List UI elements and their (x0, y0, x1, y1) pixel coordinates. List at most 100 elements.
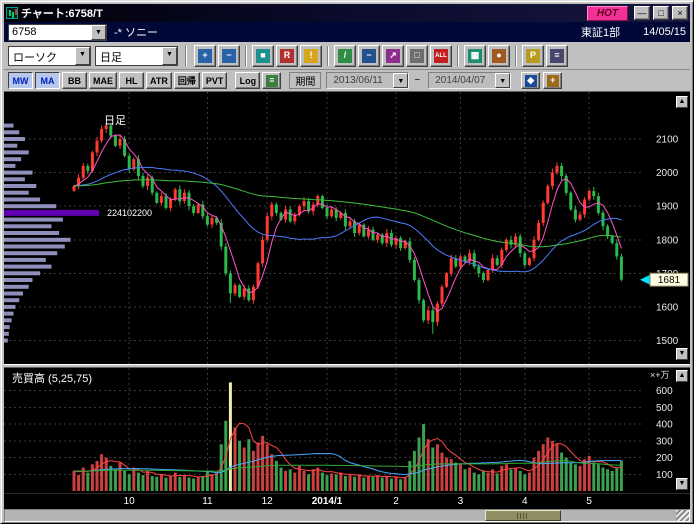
trendline-icon: / (338, 49, 352, 63)
svg-text:100: 100 (656, 470, 673, 481)
draw-icon: + (547, 75, 559, 87)
zoom-in-button[interactable]: + (194, 45, 216, 67)
chart-region: 2100200019001800170016001500224102200日足1… (4, 92, 690, 522)
symbol-dropdown-icon[interactable]: ▼ (91, 25, 106, 40)
volume-pane[interactable]: 600500400300200100売買高 (5,25,75)×+万 ▲ ▼ (4, 368, 690, 493)
x-axis-label: 11 (182, 496, 232, 507)
maximize-button[interactable]: □ (653, 6, 669, 20)
capture-icon: ■ (256, 49, 270, 63)
horizontal-line-button[interactable]: − (358, 45, 380, 67)
date-from-select[interactable]: 2013/06/11 ▼ (326, 72, 409, 89)
svg-text:1800: 1800 (656, 235, 679, 246)
minimize-button[interactable]: — (634, 6, 650, 20)
grid-button[interactable]: ▦ (464, 45, 486, 67)
window-title: チャート:6758/T (21, 5, 584, 21)
svg-text:224102200: 224102200 (107, 208, 152, 218)
toolbar-separator (185, 46, 187, 66)
date-from-dropdown-icon[interactable]: ▼ (393, 73, 408, 88)
x-axis-label: 12 (242, 496, 292, 507)
price-pane[interactable]: 2100200019001800170016001500224102200日足1… (4, 92, 690, 364)
chart-type-select[interactable]: ローソク ▼ (8, 46, 91, 66)
eraser-icon: □ (410, 49, 424, 63)
refresh-button[interactable]: R (276, 45, 298, 67)
clear-all-button[interactable]: ALL (430, 45, 452, 67)
date-to-select[interactable]: 2014/04/07 ▼ (428, 72, 511, 89)
date-to-dropdown-icon[interactable]: ▼ (495, 73, 510, 88)
close-button[interactable]: × (672, 6, 688, 20)
price-scale-down-button[interactable]: ▼ (676, 348, 688, 360)
trendline-button[interactable]: / (334, 45, 356, 67)
date-range-tilde: ~ (414, 75, 420, 86)
zoom-in-icon: + (198, 49, 212, 63)
x-axis-label: 5 (564, 496, 614, 507)
memo-button[interactable]: ≡ (262, 72, 281, 89)
indicator-right-icons: ◆+ (521, 72, 562, 89)
arrow-draw-icon: ↗ (386, 49, 400, 63)
price-chart-canvas[interactable]: 2100200019001800170016001500224102200日足1… (4, 92, 690, 364)
toolbar-separator (245, 46, 247, 66)
arrow-draw-button[interactable]: ↗ (382, 45, 404, 67)
toggle-mw[interactable]: MW (8, 72, 33, 89)
draw-button[interactable]: + (543, 72, 562, 89)
svg-text:2000: 2000 (656, 168, 679, 179)
palette-icon: ● (492, 49, 506, 63)
chart-type-value: ローソク (9, 47, 75, 65)
date-label: 14/05/15 (643, 26, 686, 38)
title-bar[interactable]: チャート:6758/T HOT — □ × (4, 4, 690, 22)
zoom-out-button[interactable]: − (218, 45, 240, 67)
memo-slot: ≡ (262, 72, 281, 89)
toggle-ma[interactable]: MA (35, 72, 60, 89)
volume-scale-up-button[interactable]: ▲ (676, 370, 688, 382)
symbol-bar: ▼ -* ソニー 東証1部 14/05/15 (4, 22, 690, 42)
price-scale-up-button[interactable]: ▲ (676, 96, 688, 108)
x-axis-label: 4 (500, 496, 550, 507)
market-label: 東証1部 (581, 24, 620, 40)
x-axis-label: 2 (371, 496, 421, 507)
period-label: 期間 (289, 72, 321, 89)
svg-text:1900: 1900 (656, 202, 679, 213)
apply-button[interactable]: ◆ (521, 72, 540, 89)
svg-text:200: 200 (656, 453, 673, 464)
alert-button[interactable]: ! (300, 45, 322, 67)
alert-icon: ! (304, 49, 318, 63)
toggle-bb[interactable]: BB (62, 72, 87, 89)
scrollbar-thumb[interactable] (485, 510, 561, 521)
toggle-atr[interactable]: ATR (146, 72, 172, 89)
svg-text:300: 300 (656, 436, 673, 447)
toggle-hl[interactable]: HL (119, 72, 144, 89)
volume-scale-down-button[interactable]: ▼ (676, 478, 688, 490)
x-axis-label: 3 (435, 496, 485, 507)
date-to-value: 2014/04/07 (429, 73, 495, 88)
clear-all-icon: ALL (434, 49, 448, 63)
horizontal-scrollbar[interactable] (4, 509, 690, 522)
x-axis-label: 10 (104, 496, 154, 507)
hot-button[interactable]: HOT (587, 6, 628, 21)
toggle-mae[interactable]: MAE (89, 72, 117, 89)
svg-text:1500: 1500 (656, 336, 679, 347)
main-toolbar: ローソク ▼ 日足 ▼ +−■R!/−↗□ALL▦●P≡ (4, 42, 690, 70)
eraser-button[interactable]: □ (406, 45, 428, 67)
log-scale-button[interactable]: Log (235, 72, 260, 89)
toggle-kaiki[interactable]: 回帰 (174, 72, 200, 89)
volume-chart-canvas[interactable]: 600500400300200100売買高 (5,25,75)×+万 (4, 368, 690, 493)
x-axis-label: 2014/1 (302, 496, 352, 507)
svg-text:400: 400 (656, 420, 673, 431)
palette-button[interactable]: ● (488, 45, 510, 67)
indicator-toggles: MWMABBMAEHLATR回帰PVT (8, 72, 227, 89)
refresh-icon: R (280, 49, 294, 63)
apply-icon: ◆ (525, 75, 537, 87)
svg-text:1600: 1600 (656, 302, 679, 313)
resize-grip[interactable] (676, 510, 689, 521)
toggle-pvt[interactable]: PVT (202, 72, 228, 89)
symbol-code-input[interactable] (9, 25, 91, 40)
symbol-combo[interactable]: ▼ (8, 24, 107, 41)
timeframe-dropdown-icon[interactable]: ▼ (162, 47, 177, 65)
timeframe-select[interactable]: 日足 ▼ (95, 46, 178, 66)
horizontal-line-icon: − (362, 49, 376, 63)
settings-button[interactable]: ≡ (546, 45, 568, 67)
zoom-out-icon: − (222, 49, 236, 63)
chart-type-dropdown-icon[interactable]: ▼ (75, 47, 90, 65)
toolbar-separator (327, 46, 329, 66)
pen-button[interactable]: P (522, 45, 544, 67)
capture-button[interactable]: ■ (252, 45, 274, 67)
